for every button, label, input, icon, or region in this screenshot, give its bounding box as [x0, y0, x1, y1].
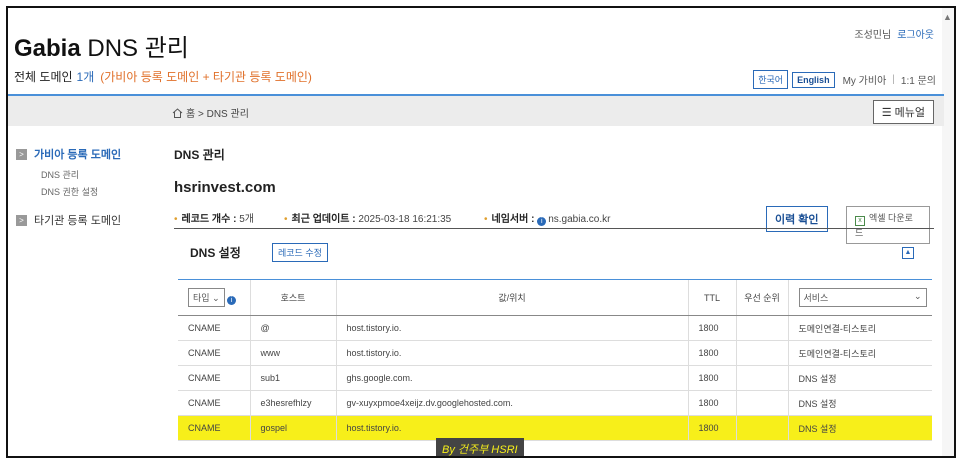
table-header-row: 타입 ⌄ i 호스트 값/위치 TTL 우선 순위 서비스 ⌄: [178, 279, 932, 316]
table-row[interactable]: CNAME @ host.tistory.io. 1800 도메인연결-티스토리: [178, 315, 932, 341]
home-icon[interactable]: [172, 108, 183, 118]
domain-info-row: • 레코드 개수 : 5개 • 최근 업데이트 : 2025-03-18 16:21…: [174, 206, 930, 244]
brand-title: Gabia DNS 관리: [14, 35, 189, 62]
support-link[interactable]: 1:1 문의: [901, 72, 936, 87]
breadcrumb-home[interactable]: 홈: [186, 109, 195, 120]
manual-icon: ☰: [881, 107, 892, 119]
table-row[interactable]: CNAME www host.tistory.io. 1800 도메인연결-티스…: [178, 340, 932, 366]
browser-frame: ▲ Gabia DNS 관리 조성민님 로그아웃 전체 도메인 1개 (가비아 등록 …: [6, 6, 956, 458]
info-icon[interactable]: i: [537, 217, 547, 226]
domain-note: (가비아 등록 도메인 + 타기관 등록 도메인): [100, 70, 312, 84]
header: Gabia DNS 관리 조성민님 로그아웃 전체 도메인 1개 (가비아 등록 도메…: [8, 8, 944, 94]
scroll-up-arrow-icon[interactable]: ▲: [943, 12, 952, 22]
top-links: 한국어 English My 가비아 | 1:1 문의: [749, 70, 936, 89]
nameserver: • 네임서버 : i ns.gabia.co.kr: [484, 214, 611, 226]
col-type: 타입 ⌄ i: [178, 279, 250, 316]
edit-records-button[interactable]: 레코드 수정: [272, 243, 328, 262]
manual-button[interactable]: ☰ 메뉴얼: [872, 100, 934, 124]
chevron-down-icon: ⌄: [913, 291, 922, 301]
service-filter-select[interactable]: 서비스 ⌄: [798, 288, 927, 307]
table-row[interactable]: CNAME sub1 ghs.google.com. 1800 DNS 설정: [178, 365, 932, 391]
breadcrumb-bar: 홈 > DNS 관리 ☰ 메뉴얼: [8, 94, 944, 126]
my-gabia-link[interactable]: My 가비아: [843, 72, 887, 87]
col-priority: 우선 순위: [735, 279, 788, 316]
col-service: 서비스 ⌄: [787, 279, 932, 316]
excel-icon: x: [855, 216, 865, 226]
main-content: DNS 관리 hsrinvest.com • 레코드 개수 : 5개 • 최근 업데…: [174, 146, 934, 441]
sidebar-item-dns-permission[interactable]: DNS 권한 설정: [41, 185, 166, 198]
sidebar: > 가비아 등록 도메인 DNS 관리 DNS 권한 설정 > 타기관 등록 도메인: [16, 146, 166, 234]
breadcrumb: 홈 > DNS 관리: [172, 105, 249, 120]
sidebar-item-gabia-domains[interactable]: > 가비아 등록 도메인: [16, 146, 166, 162]
dns-settings-header: DNS 설정 레코드 수정 ▲: [174, 229, 934, 265]
user-info: 조성민님 로그아웃: [854, 26, 934, 41]
chevron-right-icon: >: [16, 148, 27, 160]
type-filter-select[interactable]: 타입 ⌄: [188, 288, 225, 307]
last-updated: • 최근 업데이트 : 2025-03-18 16:21:35: [284, 214, 452, 225]
user-name: 조성민님: [854, 30, 892, 41]
breadcrumb-current: DNS 관리: [206, 109, 249, 120]
table-row-highlighted[interactable]: CNAME gospel host.tistory.io. 1800 DNS 설…: [178, 415, 932, 441]
page-title: DNS 관리: [174, 148, 225, 162]
separator: |: [892, 74, 895, 85]
domain-label: 전체 도메인: [14, 70, 73, 84]
sidebar-item-other-domains[interactable]: > 타기관 등록 도메인: [16, 212, 166, 228]
record-count: • 레코드 개수 : 5개: [174, 214, 254, 225]
collapse-icon[interactable]: ▲: [902, 247, 914, 259]
chevron-right-icon: >: [16, 214, 27, 226]
col-host: 호스트: [249, 279, 336, 316]
lang-en-button[interactable]: English: [792, 71, 835, 88]
col-ttl: TTL: [687, 279, 736, 316]
table-row[interactable]: CNAME e3hesrefhlzy gv-xuyxpmoe4xeijz.dv.…: [178, 390, 932, 416]
logout-link[interactable]: 로그아웃: [897, 30, 934, 41]
lang-ko-button[interactable]: 한국어: [753, 70, 789, 89]
domain-count[interactable]: 1개: [77, 70, 95, 84]
dns-records-table: 타입 ⌄ i 호스트 값/위치 TTL 우선 순위 서비스 ⌄ CNAME @ …: [178, 279, 932, 441]
domain-summary: 전체 도메인 1개 (가비아 등록 도메인 + 타기관 등록 도메인): [14, 68, 312, 85]
dns-settings-panel: DNS 설정 레코드 수정 ▲ 타입 ⌄ i 호스트 값/위치 TTL 우선 순…: [174, 228, 934, 441]
info-icon[interactable]: i: [227, 296, 237, 305]
domain-name: hsrinvest.com: [174, 179, 276, 196]
col-value: 값/위치: [335, 279, 688, 316]
watermark: By 건주부 HSRI: [436, 438, 524, 456]
dns-settings-title: DNS 설정: [190, 246, 241, 260]
sidebar-item-dns-manage[interactable]: DNS 관리: [41, 168, 166, 181]
